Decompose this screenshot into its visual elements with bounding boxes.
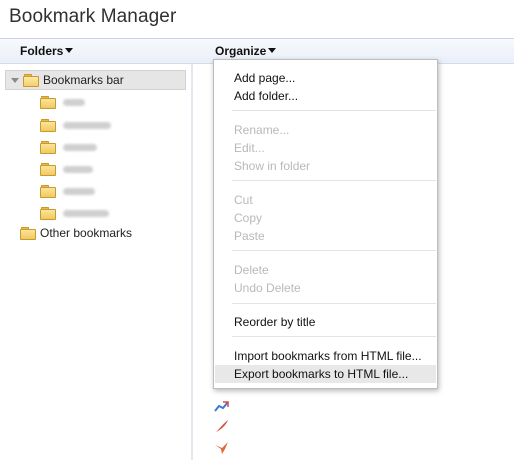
menu-item-reorder-by-title[interactable]: Reorder by title (215, 313, 436, 331)
chevron-down-icon (65, 48, 74, 53)
folder-open-icon (23, 74, 39, 87)
menu-item-cut[interactable]: Cut (215, 191, 436, 209)
pane-divider[interactable] (191, 64, 193, 460)
folders-menu-button[interactable]: Folders (20, 44, 74, 58)
tree-item-folder-4[interactable] (40, 159, 93, 179)
tree-item-other-bookmarks[interactable]: Other bookmarks (20, 223, 132, 243)
folder-icon (40, 207, 56, 220)
blurred-folder-name (63, 187, 95, 195)
chart-favicon-icon[interactable] (214, 399, 230, 413)
menu-item-add-folder[interactable]: Add folder... (215, 87, 436, 105)
blurred-folder-name (63, 98, 85, 106)
menu-item-export-html[interactable]: Export bookmarks to HTML file... (215, 365, 436, 383)
blurred-folder-name (63, 165, 93, 173)
tree-item-folder-6[interactable] (40, 203, 109, 223)
tree-item-bookmarks-bar[interactable]: Bookmarks bar (5, 70, 186, 90)
menu-item-import-html[interactable]: Import bookmarks from HTML file... (215, 347, 436, 365)
tree-item-folder-2[interactable] (40, 115, 111, 135)
menu-item-edit[interactable]: Edit... (215, 139, 436, 157)
folder-icon (40, 96, 56, 109)
menu-item-paste[interactable]: Paste (215, 227, 436, 245)
bird-favicon-icon[interactable] (214, 439, 230, 455)
folders-menu-label: Folders (20, 44, 64, 58)
tree-item-folder-5[interactable] (40, 181, 95, 201)
tree-item-folder-1[interactable] (40, 92, 85, 112)
organize-menu-label: Organize (215, 44, 267, 58)
menu-separator (232, 180, 436, 181)
blurred-folder-name (63, 143, 97, 151)
menu-item-undo-delete[interactable]: Undo Delete (215, 279, 436, 297)
expand-arrow-icon[interactable] (11, 77, 19, 83)
menu-item-add-page[interactable]: Add page... (215, 69, 436, 87)
menu-separator (232, 336, 436, 337)
organize-menu-button[interactable]: Organize (215, 44, 277, 58)
tree-item-label: Other bookmarks (40, 226, 133, 240)
folder-icon (40, 141, 56, 154)
tree-item-folder-3[interactable] (40, 137, 97, 157)
feather-favicon-icon[interactable] (214, 419, 230, 433)
menu-separator (232, 110, 436, 111)
folder-icon (40, 163, 56, 176)
folder-icon (40, 185, 56, 198)
menu-item-show-in-folder[interactable]: Show in folder (215, 157, 436, 175)
folder-icon (40, 119, 56, 132)
menu-item-delete[interactable]: Delete (215, 261, 436, 279)
menu-separator (232, 303, 436, 304)
blurred-folder-name (63, 209, 109, 217)
organize-menu: Add page... Add folder... Rename... Edit… (213, 59, 438, 389)
blurred-folder-name (63, 121, 111, 129)
menu-item-copy[interactable]: Copy (215, 209, 436, 227)
folder-icon (20, 227, 36, 240)
app-title: Bookmark Manager (9, 6, 177, 27)
tree-item-label: Bookmarks bar (43, 73, 124, 87)
chevron-down-icon (268, 48, 277, 53)
menu-item-rename[interactable]: Rename... (215, 121, 436, 139)
menu-separator (232, 250, 436, 251)
